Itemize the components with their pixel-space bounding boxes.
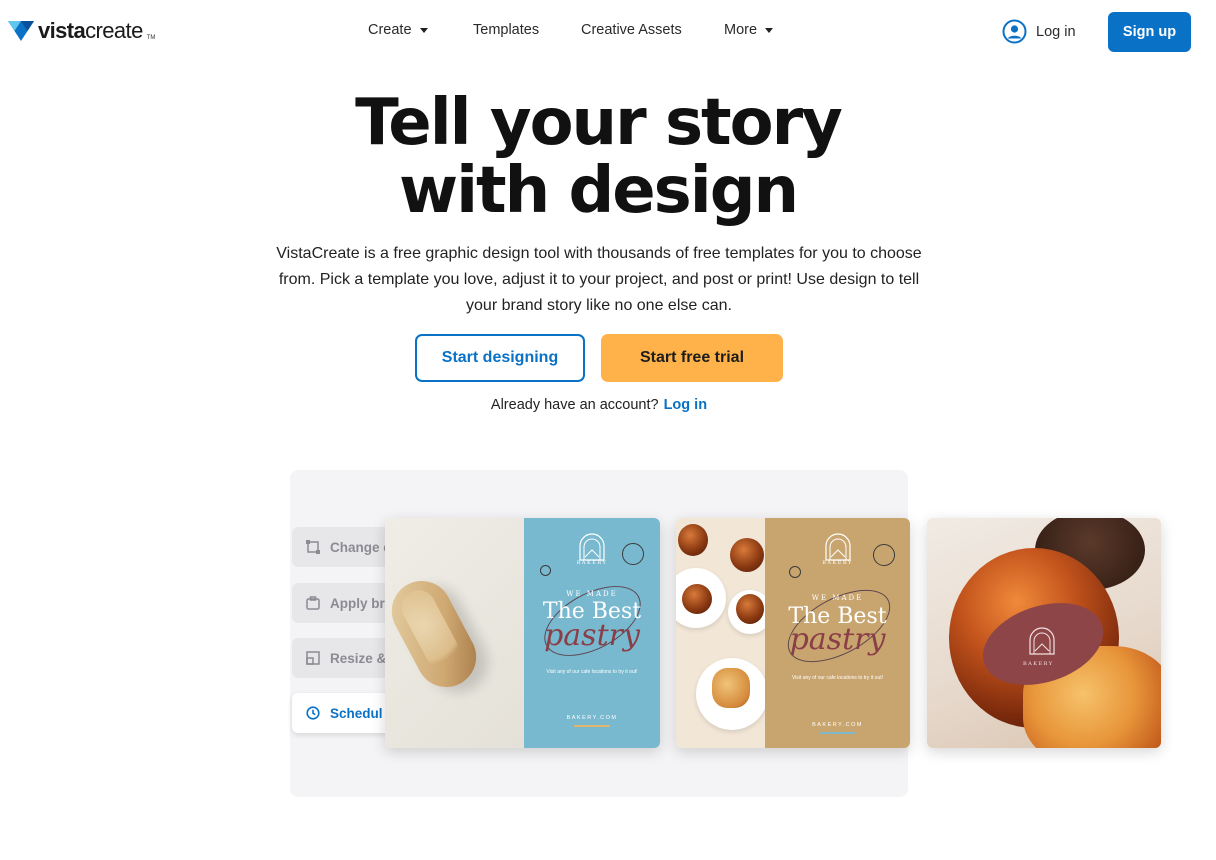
bakery-emblem-icon — [1029, 627, 1055, 655]
account-prompt-text: Already have an account? — [490, 397, 659, 413]
nav-creative-assets[interactable]: Creative Assets — [581, 22, 682, 38]
poster-we-made: WE MADE — [566, 590, 618, 598]
chevron-down-icon — [765, 27, 774, 33]
nav-templates-label: Templates — [473, 22, 540, 38]
brand-kit-icon — [306, 596, 320, 610]
account-login-link[interactable]: Log in — [664, 397, 708, 413]
poster-pastry: pastry — [544, 618, 640, 653]
canele-image — [678, 524, 708, 556]
start-free-trial-button[interactable]: Start free trial — [601, 334, 783, 382]
poster-we-made: WE MADE — [811, 594, 864, 602]
feature-item-resize-label: Resize & — [330, 650, 387, 666]
poster-visit-text: Visit any of our cafe locations to try i… — [791, 675, 884, 681]
poster-site-underline — [819, 732, 856, 734]
poster-visit-text: Visit any of our cafe locations to try i… — [546, 669, 638, 675]
card3-brand: BAKERY — [1023, 661, 1054, 667]
nav-creative-assets-label: Creative Assets — [581, 22, 682, 38]
nav-create[interactable]: Create — [368, 22, 428, 38]
nav-templates[interactable]: Templates — [473, 22, 539, 38]
eclair-photo — [385, 518, 524, 748]
poster-pastry: pastry — [789, 622, 886, 657]
deco-ring — [622, 543, 644, 565]
canele-half-image — [712, 668, 750, 708]
poster-site: BAKERY.COM — [566, 715, 618, 721]
poster-blue: BAKERY WE MADE The Best pastry Visit any… — [524, 518, 660, 748]
canele-photo — [676, 518, 765, 748]
hero-title-line-1: Tell your story — [355, 86, 843, 160]
template-card-eclair[interactable]: BAKERY WE MADE The Best pastry Visit any… — [385, 518, 660, 748]
clock-icon — [306, 706, 320, 720]
hero-title-line-2: with design — [398, 154, 799, 228]
feature-item-change[interactable]: Change c — [292, 527, 392, 567]
bakery-emblem-icon — [824, 533, 851, 561]
deco-ring — [789, 566, 801, 578]
start-designing-button[interactable]: Start designing — [415, 334, 585, 382]
deco-ring — [873, 544, 895, 566]
canele-closeup-photo: BAKERY — [927, 518, 1161, 748]
resize-icon — [306, 651, 320, 665]
bakery-emblem-icon — [579, 533, 605, 561]
template-card-canele[interactable]: BAKERY WE MADE The Best pastry Visit any… — [676, 518, 910, 748]
site-header: vistacreate TM Create Templates Creative… — [0, 0, 1216, 64]
nav-more[interactable]: More — [724, 22, 774, 38]
header-login-link[interactable]: Log in — [1002, 19, 1076, 44]
change-icon — [306, 540, 320, 554]
feature-item-resize[interactable]: Resize & — [292, 638, 392, 678]
account-prompt: Already have an account? Log in — [0, 397, 1198, 413]
user-icon — [1002, 19, 1027, 44]
feature-item-change-label: Change c — [330, 539, 391, 555]
poster-tan: BAKERY WE MADE The Best pastry Visit any… — [765, 518, 910, 748]
feature-item-apply-brand-label: Apply br — [330, 595, 385, 611]
feature-item-apply-brand[interactable]: Apply br — [292, 583, 392, 623]
vistacreate-logo[interactable]: vistacreate TM — [8, 18, 155, 44]
logo-mark-icon — [8, 21, 34, 41]
deco-ring — [540, 565, 551, 576]
template-card-canele-closeup[interactable]: BAKERY — [927, 518, 1161, 748]
logo-trademark: TM — [146, 35, 156, 41]
feature-item-schedule[interactable]: Schedul — [292, 693, 392, 733]
feature-item-schedule-label: Schedul — [330, 705, 383, 721]
signup-button[interactable]: Sign up — [1108, 12, 1191, 52]
logo-text: vistacreate — [38, 18, 143, 43]
hero-description: VistaCreate is a free graphic design too… — [276, 245, 922, 314]
canele-image — [730, 538, 764, 572]
chevron-down-icon — [419, 27, 428, 33]
eclair-image — [385, 570, 487, 698]
poster-site: BAKERY.COM — [812, 722, 863, 728]
nav-more-label: More — [724, 22, 758, 38]
canele-image — [682, 584, 712, 614]
hero-title: Tell your story with design — [0, 89, 1196, 225]
canele-image — [736, 594, 764, 624]
poster-site-underline — [574, 725, 610, 727]
header-login-label: Log in — [1036, 23, 1076, 40]
nav-create-label: Create — [368, 22, 412, 38]
